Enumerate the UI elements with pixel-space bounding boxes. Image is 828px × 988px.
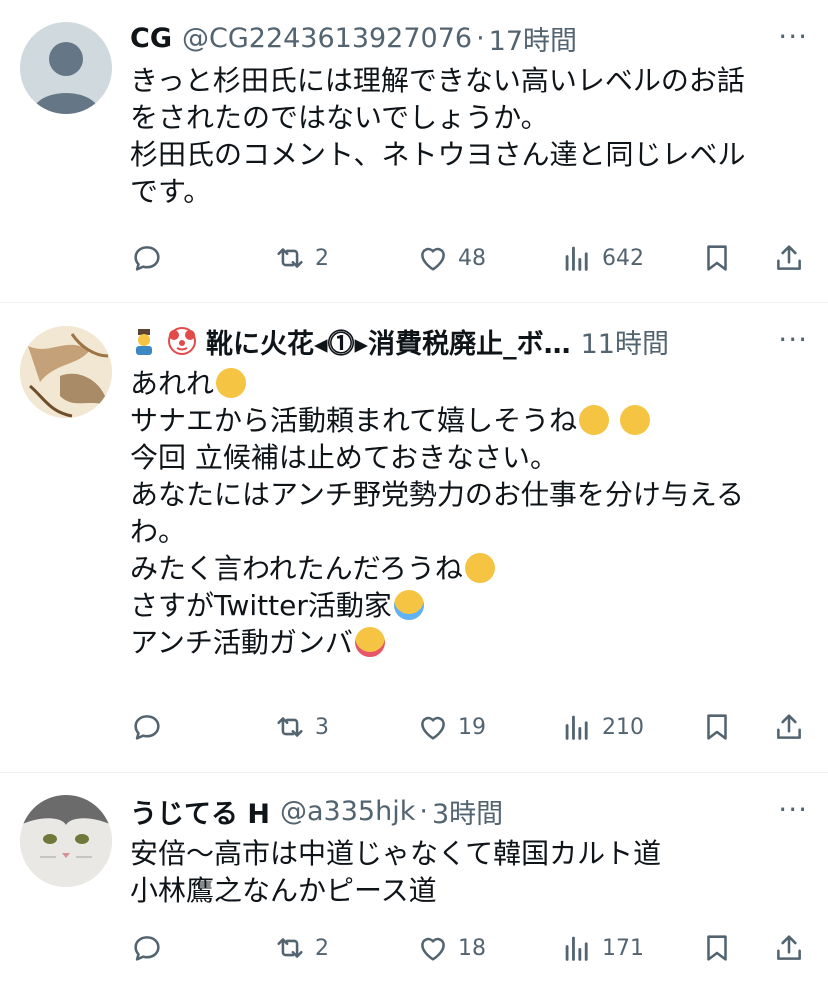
relieved-emoji [464,553,495,583]
share-icon [777,714,801,739]
reply-icon [134,246,160,271]
tweet-text: あれれ サナエから活動頼まれて嬉しそうね 今回 立候補は止めておきなさい。 あな… [130,365,808,661]
views-button[interactable]: 210 [560,710,644,744]
retweet-button[interactable]: 2 [273,241,329,275]
heart-icon [421,247,445,271]
tweet-header: うじてる H @a335hjk · 3時間 [130,791,808,831]
bookmark-icon [707,714,727,740]
reply-button[interactable] [130,931,164,965]
share-button[interactable] [772,931,806,965]
like-count: 18 [458,935,486,961]
display-name[interactable]: CG [130,23,172,54]
smirk-emoji [579,405,610,435]
separator-dot: · [419,795,428,827]
tweet[interactable]: ··· 靴に火花◂⓵▸消費税廃止_ボ… 11時間 あれれ サナエから活動頼まれて… [0,303,828,773]
tweet-line: あれれ [130,365,808,402]
bookmark-button[interactable] [700,241,734,275]
reply-icon [134,715,160,740]
tweet-line: 今回 立候補は止めておきなさい。 [130,441,559,474]
action-bar: 2 18 171 [130,928,808,968]
tweet-line: みたく言われたんだろうね [130,550,808,587]
tweet-line: アンチ活動ガンバ [130,624,808,661]
tweet[interactable]: ··· CG @CG2243613927076 · 17時間 きっと杉田氏には理… [0,0,828,303]
retweet-icon [277,717,303,737]
views-button[interactable]: 171 [560,931,644,965]
tweet[interactable]: ··· うじてる H @a335hjk · 3時間 安倍〜高市は中道じゃなくて韓… [0,773,828,988]
reply-button[interactable] [130,710,164,744]
timestamp[interactable]: 3時間 [432,792,503,831]
reply-button[interactable] [130,241,164,275]
tweet-header: CG @CG2243613927076 · 17時間 [130,18,808,58]
bookmark-icon [707,245,727,271]
heart-icon [421,937,445,961]
display-name[interactable]: うじてる H [130,792,270,831]
reply-icon [134,936,160,961]
tweet-line: きっと杉田氏には理解できない高いレベルのお話 [130,64,745,97]
share-button[interactable] [772,710,806,744]
retweet-button[interactable]: 2 [273,931,329,965]
like-button[interactable]: 19 [416,710,486,744]
timestamp[interactable]: 11時間 [581,322,669,361]
tweet-line: をされたのではないでしょうか。 [130,101,549,134]
bookmark-button[interactable] [700,931,734,965]
bookmark-icon [707,935,727,961]
tweet-line: わ。 [130,515,187,548]
retweet-icon [277,248,303,268]
default-user-icon [32,42,100,114]
tweet-line: 杉田氏のコメント、ネトウヨさん達と同じレベル [130,138,746,171]
zany-face-emoji [354,627,385,657]
action-bar: 2 48 642 [130,238,808,278]
display-name[interactable]: 靴に火花◂⓵▸消費税廃止_ボ… [206,322,571,361]
heart-icon [421,716,445,740]
avatar-sketch[interactable] [20,326,112,418]
cat-photo-image [20,795,112,887]
retweet-count: 2 [315,935,329,961]
retweet-button[interactable]: 3 [273,710,329,744]
tears-of-joy-emoji [393,590,424,620]
tweet-header: 靴に火花◂⓵▸消費税廃止_ボ… 11時間 [130,321,808,361]
like-count: 19 [458,714,486,740]
avatar-cat[interactable] [20,795,112,887]
action-bar: 3 19 210 [130,707,808,747]
views-chart-icon [565,246,588,271]
like-count: 48 [458,245,486,271]
view-count: 642 [602,245,644,271]
tweet-line: あなたにはアンチ野党勢力のお仕事を分け与える [130,478,745,511]
tweet-line: です。 [130,175,212,208]
avatar-default[interactable] [20,22,112,114]
retweet-icon [277,938,303,958]
user-handle[interactable]: @CG2243613927076 [182,23,472,54]
views-chart-icon [565,715,588,740]
timestamp[interactable]: 17時間 [489,19,577,58]
views-button[interactable]: 642 [560,241,644,275]
separator-dot: · [476,22,485,54]
crown-person-emoji [130,327,158,355]
tweet-line: 安倍〜高市は中道じゃなくて韓国カルト道 [130,837,662,870]
tweet-text: 安倍〜高市は中道じゃなくて韓国カルト道 小林鷹之なんかピース道 [130,835,808,909]
like-button[interactable]: 48 [416,241,486,275]
share-button[interactable] [772,241,806,275]
share-icon [777,245,801,270]
avatar-artwork-image [20,326,112,418]
tweet-text: きっと杉田氏には理解できない高いレベルのお話 をされたのではないでしょうか。 杉… [130,62,808,210]
bookmark-button[interactable] [700,710,734,744]
tweet-line: サナエから活動頼まれて嬉しそうね [130,402,808,439]
smirk-emoji [216,368,247,398]
retweet-count: 2 [315,245,329,271]
view-count: 171 [602,935,644,961]
views-chart-icon [565,936,588,961]
tweet-line: 小林鷹之なんかピース道 [130,874,437,907]
smirk-emoji [620,405,651,435]
like-button[interactable]: 18 [416,931,486,965]
tweet-line: さすがTwitter活動家 [130,587,808,624]
clown-emoji [168,327,196,355]
retweet-count: 3 [315,714,329,740]
user-handle[interactable]: @a335hjk [280,796,415,827]
share-icon [777,935,801,960]
view-count: 210 [602,714,644,740]
